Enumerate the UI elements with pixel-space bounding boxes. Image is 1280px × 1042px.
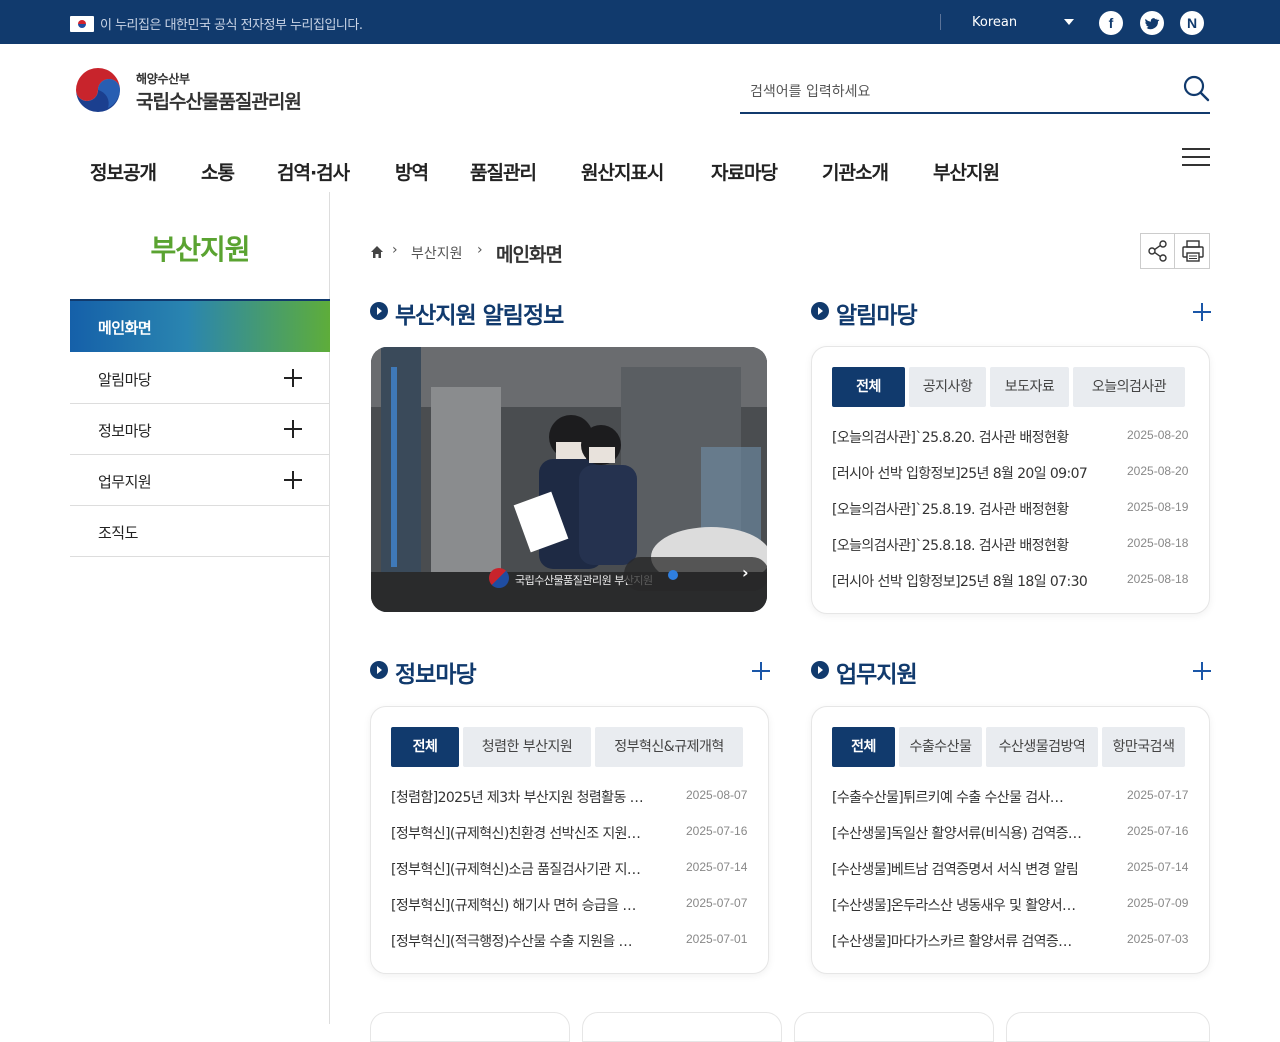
- list-item[interactable]: [수산생물]마다가스카르 활양서류 검역증… 2025-07-03: [832, 931, 1190, 951]
- bottom-card: [794, 1012, 994, 1042]
- tab-port-state[interactable]: 항만국검색: [1102, 727, 1185, 767]
- gov-notice-bar: 이 누리집은 대한민국 공식 전자정부 누리집입니다. Korean f N: [0, 0, 1280, 44]
- sidebar-title: 부산지원: [150, 233, 250, 266]
- list-item[interactable]: [정부혁신](규제혁신)친환경 선박신조 지원… 2025-07-16: [391, 823, 749, 843]
- list-item[interactable]: [수산생물]온두라스산 냉동새우 및 활양서… 2025-07-09: [832, 895, 1190, 915]
- sidebar-item-label: 알림마당: [98, 371, 152, 389]
- hamburger-menu-icon[interactable]: [1182, 146, 1210, 170]
- search-bar: [740, 72, 1210, 114]
- share-icon[interactable]: [1141, 234, 1175, 268]
- bullet-icon: [811, 302, 829, 320]
- tab-all[interactable]: 전체: [391, 727, 459, 767]
- list-item[interactable]: [러시아 선박 입항정보]25년 8월 18일 07:30 2025-08-18: [832, 571, 1190, 591]
- bottom-card: [582, 1012, 782, 1042]
- expand-plus-icon[interactable]: [284, 369, 302, 387]
- chevron-right-icon[interactable]: ›: [742, 563, 749, 582]
- gnb-item-communication[interactable]: 소통: [201, 158, 235, 185]
- gnb-item-info-disclosure[interactable]: 정보공개: [90, 158, 157, 185]
- sidebar-item-work[interactable]: 업무지원: [70, 455, 330, 506]
- bottom-card: [1006, 1012, 1210, 1042]
- divider: [940, 14, 941, 30]
- slider-dot[interactable]: [668, 570, 678, 580]
- sidebar-item-label: 정보마당: [98, 422, 152, 440]
- facebook-icon[interactable]: f: [1099, 11, 1123, 35]
- tab-today-inspector[interactable]: 오늘의검사관: [1073, 367, 1185, 407]
- gnb-item-inspection[interactable]: 검역·검사: [277, 158, 350, 185]
- gov-notice-text[interactable]: 이 누리집은 대한민국 공식 전자정부 누리집입니다.: [100, 14, 363, 33]
- bottom-card: [370, 1012, 570, 1042]
- work-card: 전체 수출수산물 수산생물검방역 항만국검색 [수출수산물]튀르키예 수출 수산…: [811, 706, 1210, 974]
- korean-flag-icon: [70, 16, 94, 32]
- more-plus-icon[interactable]: [1193, 662, 1211, 680]
- sidebar-item-label: 메인화면: [98, 319, 152, 337]
- list-item[interactable]: [수산생물]베트남 검역증명서 서식 변경 알림 2025-07-14: [832, 859, 1190, 879]
- bullet-icon: [370, 302, 388, 320]
- gnb-item-resources[interactable]: 자료마당: [711, 158, 778, 185]
- bullet-icon: [370, 661, 388, 679]
- gnb-item-origin[interactable]: 원산지표시: [581, 158, 664, 185]
- tab-press[interactable]: 보도자료: [990, 367, 1069, 407]
- more-plus-icon[interactable]: [752, 662, 770, 680]
- list-item[interactable]: [러시아 선박 입항정보]25년 8월 20일 09:07 2025-08-20: [832, 463, 1190, 483]
- notice-card: 전체 공지사항 보도자료 오늘의검사관 [오늘의검사관]`25.8.20. 검사…: [811, 346, 1210, 614]
- gnb-item-about[interactable]: 기관소개: [822, 158, 889, 185]
- list-item[interactable]: [오늘의검사관]`25.8.19. 검사관 배정현황 2025-08-19: [832, 499, 1190, 519]
- chevron-right-icon: ›: [477, 242, 483, 258]
- chevron-right-icon: ›: [392, 242, 398, 258]
- sidebar-item-org-chart[interactable]: 조직도: [70, 506, 330, 557]
- breadcrumb-level1[interactable]: 부산지원: [411, 243, 463, 263]
- search-icon[interactable]: [1182, 74, 1210, 102]
- sidebar-item-notice[interactable]: 알림마당: [70, 353, 330, 404]
- bullet-icon: [811, 661, 829, 679]
- expand-plus-icon[interactable]: [284, 471, 302, 489]
- breadcrumb-current: 메인화면: [496, 244, 563, 266]
- more-plus-icon[interactable]: [1193, 303, 1211, 321]
- news-photo-slider[interactable]: 국립수산물품질관리원 부산지원 ›: [371, 347, 767, 612]
- gnb-item-quality[interactable]: 품질관리: [470, 158, 537, 185]
- list-item[interactable]: [수출수산물]튀르키예 수출 수산물 검사… 2025-07-17: [832, 787, 1190, 807]
- list-item[interactable]: [정부혁신](규제혁신)소금 품질검사기관 지… 2025-07-14: [391, 859, 749, 879]
- language-select[interactable]: Korean: [952, 10, 1080, 36]
- sidebar: 부산지원 메인화면 알림마당 정보마당 업무지원 조직도: [70, 192, 330, 1024]
- list-item[interactable]: [청렴함]2025년 제3차 부산지원 청렴활동 … 2025-08-07: [391, 787, 749, 807]
- print-icon[interactable]: [1176, 234, 1210, 268]
- government-emblem-icon: [72, 64, 124, 116]
- sidebar-item-label: 업무지원: [98, 473, 152, 491]
- tab-all[interactable]: 전체: [832, 367, 905, 407]
- tab-integrity[interactable]: 청렴한 부산지원: [463, 727, 591, 767]
- sidebar-item-info[interactable]: 정보마당: [70, 404, 330, 455]
- sidebar-item-label: 조직도: [98, 524, 138, 542]
- twitter-icon[interactable]: [1140, 11, 1164, 35]
- language-label: Korean: [972, 15, 1018, 30]
- page-tools: [1140, 233, 1210, 269]
- chevron-down-icon: [1064, 19, 1074, 25]
- list-item[interactable]: [수산생물]독일산 활양서류(비식용) 검역증… 2025-07-16: [832, 823, 1190, 843]
- gnb-item-busan[interactable]: 부산지원: [933, 158, 1000, 185]
- tab-announcements[interactable]: 공지사항: [909, 367, 986, 407]
- list-item[interactable]: [정부혁신](규제혁신) 해기사 면허 승급을 … 2025-07-07: [391, 895, 749, 915]
- ministry-name: 해양수산부: [136, 72, 190, 86]
- list-item[interactable]: [오늘의검사관]`25.8.20. 검사관 배정현황 2025-08-20: [832, 427, 1190, 447]
- naver-blog-icon[interactable]: N: [1180, 11, 1204, 35]
- gnb-item-quarantine[interactable]: 방역: [395, 158, 429, 185]
- search-input[interactable]: [740, 72, 1160, 112]
- home-icon[interactable]: [370, 244, 384, 258]
- org-name: 국립수산물품질관리원: [136, 91, 302, 113]
- tab-aquatic-quarantine[interactable]: 수산생물검방역: [986, 727, 1098, 767]
- tab-all[interactable]: 전체: [832, 727, 895, 767]
- site-logo[interactable]: 해양수산부 국립수산물품질관리원: [72, 64, 342, 116]
- tab-export[interactable]: 수출수산물: [899, 727, 982, 767]
- list-item[interactable]: [오늘의검사관]`25.8.18. 검사관 배정현황 2025-08-18: [832, 535, 1190, 555]
- expand-plus-icon[interactable]: [284, 420, 302, 438]
- slider-controls: ›: [624, 557, 767, 591]
- emblem-icon: [489, 568, 509, 588]
- tab-innovation[interactable]: 정부혁신&규제개혁: [595, 727, 743, 767]
- info-card: 전체 청렴한 부산지원 정부혁신&규제개혁 [청렴함]2025년 제3차 부산지…: [370, 706, 769, 974]
- sidebar-item-main[interactable]: 메인화면: [70, 301, 330, 352]
- list-item[interactable]: [정부혁신](적극행정)수산물 수출 지원을 … 2025-07-01: [391, 931, 749, 951]
